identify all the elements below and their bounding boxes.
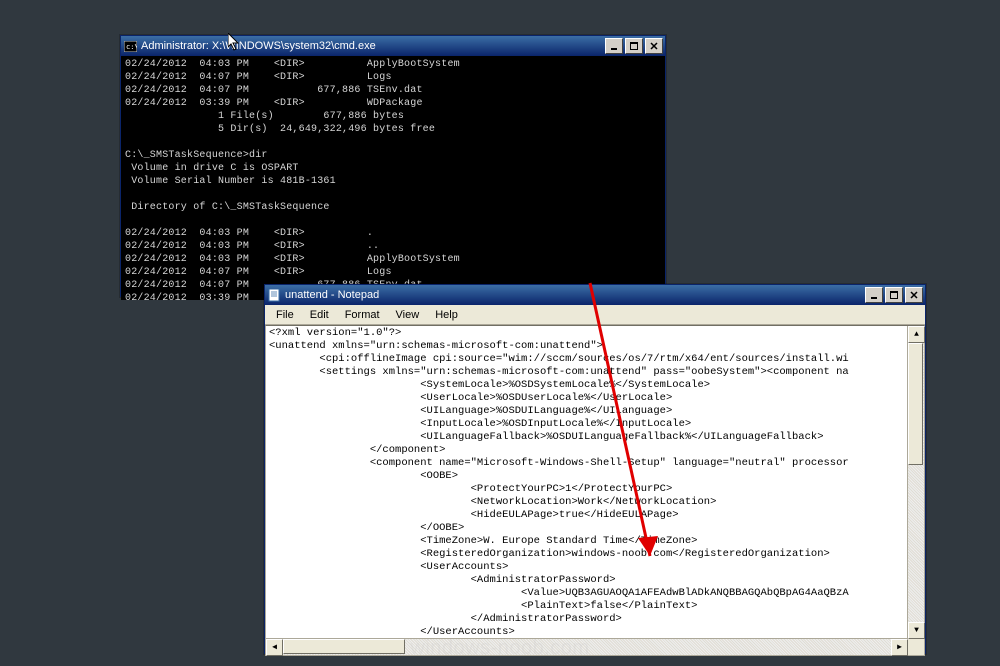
menu-edit[interactable]: Edit bbox=[303, 308, 336, 322]
menu-file[interactable]: File bbox=[269, 308, 301, 322]
menu-view[interactable]: View bbox=[389, 308, 427, 322]
cmd-window: c:\ Administrator: X:\WINDOWS\system32\c… bbox=[120, 35, 666, 297]
notepad-menubar: FileEditFormatViewHelp bbox=[265, 305, 925, 325]
notepad-window: unattend - Notepad FileEditFormatViewHel… bbox=[264, 284, 926, 654]
notepad-title: unattend - Notepad bbox=[285, 289, 865, 301]
v-scroll-thumb[interactable] bbox=[908, 343, 923, 465]
cmd-titlebar[interactable]: c:\ Administrator: X:\WINDOWS\system32\c… bbox=[121, 36, 665, 56]
svg-text:c:\: c:\ bbox=[126, 43, 137, 51]
cmd-output: 02/24/2012 04:03 PM <DIR> ApplyBootSyste… bbox=[121, 56, 665, 300]
minimize-button[interactable] bbox=[605, 38, 623, 54]
horizontal-scrollbar[interactable]: ◀ ▶ bbox=[266, 638, 908, 655]
h-scroll-thumb[interactable] bbox=[283, 639, 405, 654]
scrollbar-corner bbox=[908, 639, 924, 655]
scroll-right-button[interactable]: ▶ bbox=[891, 639, 908, 656]
menu-format[interactable]: Format bbox=[338, 308, 387, 322]
cmd-icon: c:\ bbox=[123, 39, 137, 53]
notepad-icon bbox=[267, 288, 281, 302]
notepad-editor-area: <?xml version="1.0"?> <unattend xmlns="u… bbox=[265, 325, 925, 656]
close-button[interactable] bbox=[645, 38, 663, 54]
close-button[interactable] bbox=[905, 287, 923, 303]
maximize-button[interactable] bbox=[625, 38, 643, 54]
scroll-down-button[interactable]: ▼ bbox=[908, 622, 925, 639]
notepad-titlebar[interactable]: unattend - Notepad bbox=[265, 285, 925, 305]
vertical-scrollbar[interactable]: ▲ ▼ bbox=[907, 326, 924, 639]
maximize-button[interactable] bbox=[885, 287, 903, 303]
cmd-title: Administrator: X:\WINDOWS\system32\cmd.e… bbox=[141, 40, 605, 52]
scroll-up-button[interactable]: ▲ bbox=[908, 326, 925, 343]
minimize-button[interactable] bbox=[865, 287, 883, 303]
scroll-left-button[interactable]: ◀ bbox=[266, 639, 283, 656]
menu-help[interactable]: Help bbox=[428, 308, 465, 322]
notepad-text-content[interactable]: <?xml version="1.0"?> <unattend xmlns="u… bbox=[266, 326, 908, 638]
